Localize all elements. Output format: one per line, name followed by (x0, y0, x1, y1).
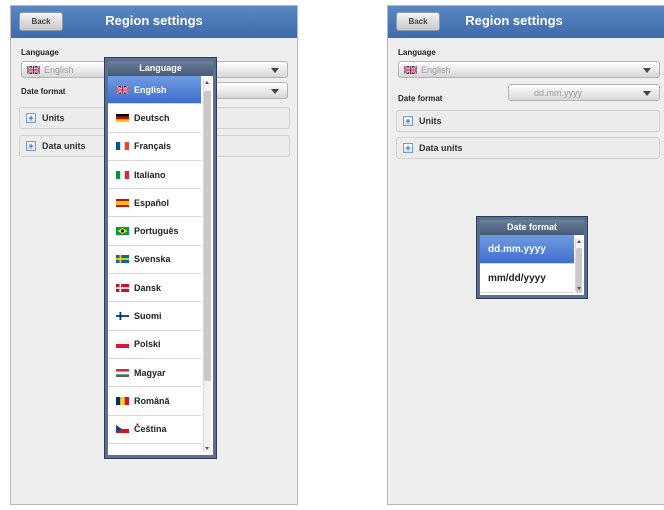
popup-title: Date format (480, 220, 584, 235)
language-option-svenska[interactable]: Svenska (108, 246, 201, 275)
header-bar: Back Region settings (11, 6, 297, 38)
option-label: Magyar (134, 367, 166, 378)
scrollbar-thumb[interactable] (204, 91, 211, 381)
option-label: Polski (134, 339, 161, 350)
scroll-down-icon (205, 447, 209, 450)
italy-flag-icon (116, 170, 129, 179)
header-bar: Back Region settings (388, 6, 664, 38)
date-option-mm-dd-yyyy[interactable]: mm/dd/yyyy (480, 264, 574, 293)
units-label: Units (419, 116, 442, 126)
option-label: Dansk (134, 282, 162, 293)
language-label: Language (398, 48, 436, 57)
date-format-label: Date format (398, 94, 443, 103)
brazil-flag-icon (116, 227, 129, 236)
plus-icon: + (403, 143, 413, 153)
units-section[interactable]: + Units (396, 110, 660, 132)
language-option-magyar[interactable]: Magyar (108, 359, 201, 388)
language-popup: Language English Deutsch Français Italia… (105, 58, 216, 458)
back-button[interactable]: Back (396, 12, 440, 31)
option-label: Română (134, 395, 170, 406)
uk-flag-icon (403, 64, 418, 75)
option-label: Français (134, 141, 172, 152)
hungary-flag-icon (116, 368, 129, 377)
option-label: dd.mm.yyyy (488, 243, 546, 255)
data-units-section[interactable]: + Data units (396, 137, 660, 159)
uk-flag-icon (115, 84, 130, 95)
czech-flag-icon (116, 425, 129, 434)
date-format-value: dd.mm.yyyy (534, 87, 583, 98)
language-value: English (421, 64, 451, 75)
option-label: Čeština (134, 424, 167, 435)
option-label: Svenska (134, 254, 171, 265)
language-option-italiano[interactable]: Italiano (108, 161, 201, 190)
date-format-select[interactable]: dd.mm.yyyy (508, 84, 660, 101)
date-option-dd-mm-yyyy[interactable]: dd.mm.yyyy (480, 235, 574, 264)
option-label: Português (134, 226, 179, 237)
language-list: English Deutsch Français Italiano Españo… (108, 76, 201, 455)
language-label: Language (21, 48, 59, 57)
finland-flag-icon (115, 311, 130, 321)
chevron-down-icon (643, 91, 651, 96)
language-option-polski[interactable]: Polski (108, 331, 201, 359)
scroll-up-icon (205, 81, 209, 84)
language-option-romana[interactable]: Română (108, 387, 201, 416)
language-option-english[interactable]: English (108, 76, 201, 105)
scroll-down-icon (577, 287, 581, 290)
date-format-popup: Date format dd.mm.yyyy mm/dd/yyyy (477, 217, 587, 298)
option-label: Deutsch (134, 112, 170, 123)
option-label: Suomi (134, 311, 162, 322)
language-option-suomi[interactable]: Suomi (108, 302, 201, 331)
units-label: Units (42, 113, 65, 123)
language-option-portugues[interactable]: Português (108, 217, 201, 246)
scroll-up-icon (577, 240, 581, 243)
date-format-list: dd.mm.yyyy mm/dd/yyyy (480, 235, 574, 295)
data-units-label: Data units (42, 141, 86, 151)
denmark-flag-icon (116, 283, 129, 292)
chevron-down-icon (271, 68, 279, 73)
data-units-label: Data units (419, 143, 463, 153)
language-option-deutsch[interactable]: Deutsch (108, 104, 201, 133)
chevron-down-icon (271, 89, 279, 94)
option-label: English (134, 84, 167, 95)
poland-flag-icon (116, 340, 129, 349)
language-option-espanol[interactable]: Español (108, 189, 201, 218)
france-flag-icon (116, 142, 129, 151)
uk-flag-icon (26, 64, 41, 75)
plus-icon: + (403, 116, 413, 126)
romania-flag-icon (116, 396, 129, 405)
scrollbar[interactable] (575, 238, 582, 293)
option-label: mm/dd/yyyy (488, 272, 546, 284)
plus-icon: + (26, 113, 36, 123)
spain-flag-icon (116, 198, 129, 207)
page-title: Region settings (105, 13, 203, 28)
scrollbar[interactable] (203, 79, 211, 452)
page-title: Region settings (465, 13, 563, 28)
sweden-flag-icon (116, 255, 129, 264)
date-format-label: Date format (21, 87, 66, 96)
germany-flag-icon (116, 113, 129, 122)
chevron-down-icon (643, 68, 651, 73)
language-select[interactable]: English (398, 61, 660, 78)
option-label: Español (134, 197, 170, 208)
language-option-dansk[interactable]: Dansk (108, 274, 201, 303)
plus-icon: + (26, 141, 36, 151)
language-value: English (44, 64, 74, 75)
language-option-cestina[interactable]: Čeština (108, 416, 201, 444)
option-label: Italiano (134, 169, 166, 180)
language-option-francais[interactable]: Français (108, 133, 201, 161)
back-button[interactable]: Back (19, 12, 63, 31)
popup-title: Language (108, 61, 213, 76)
